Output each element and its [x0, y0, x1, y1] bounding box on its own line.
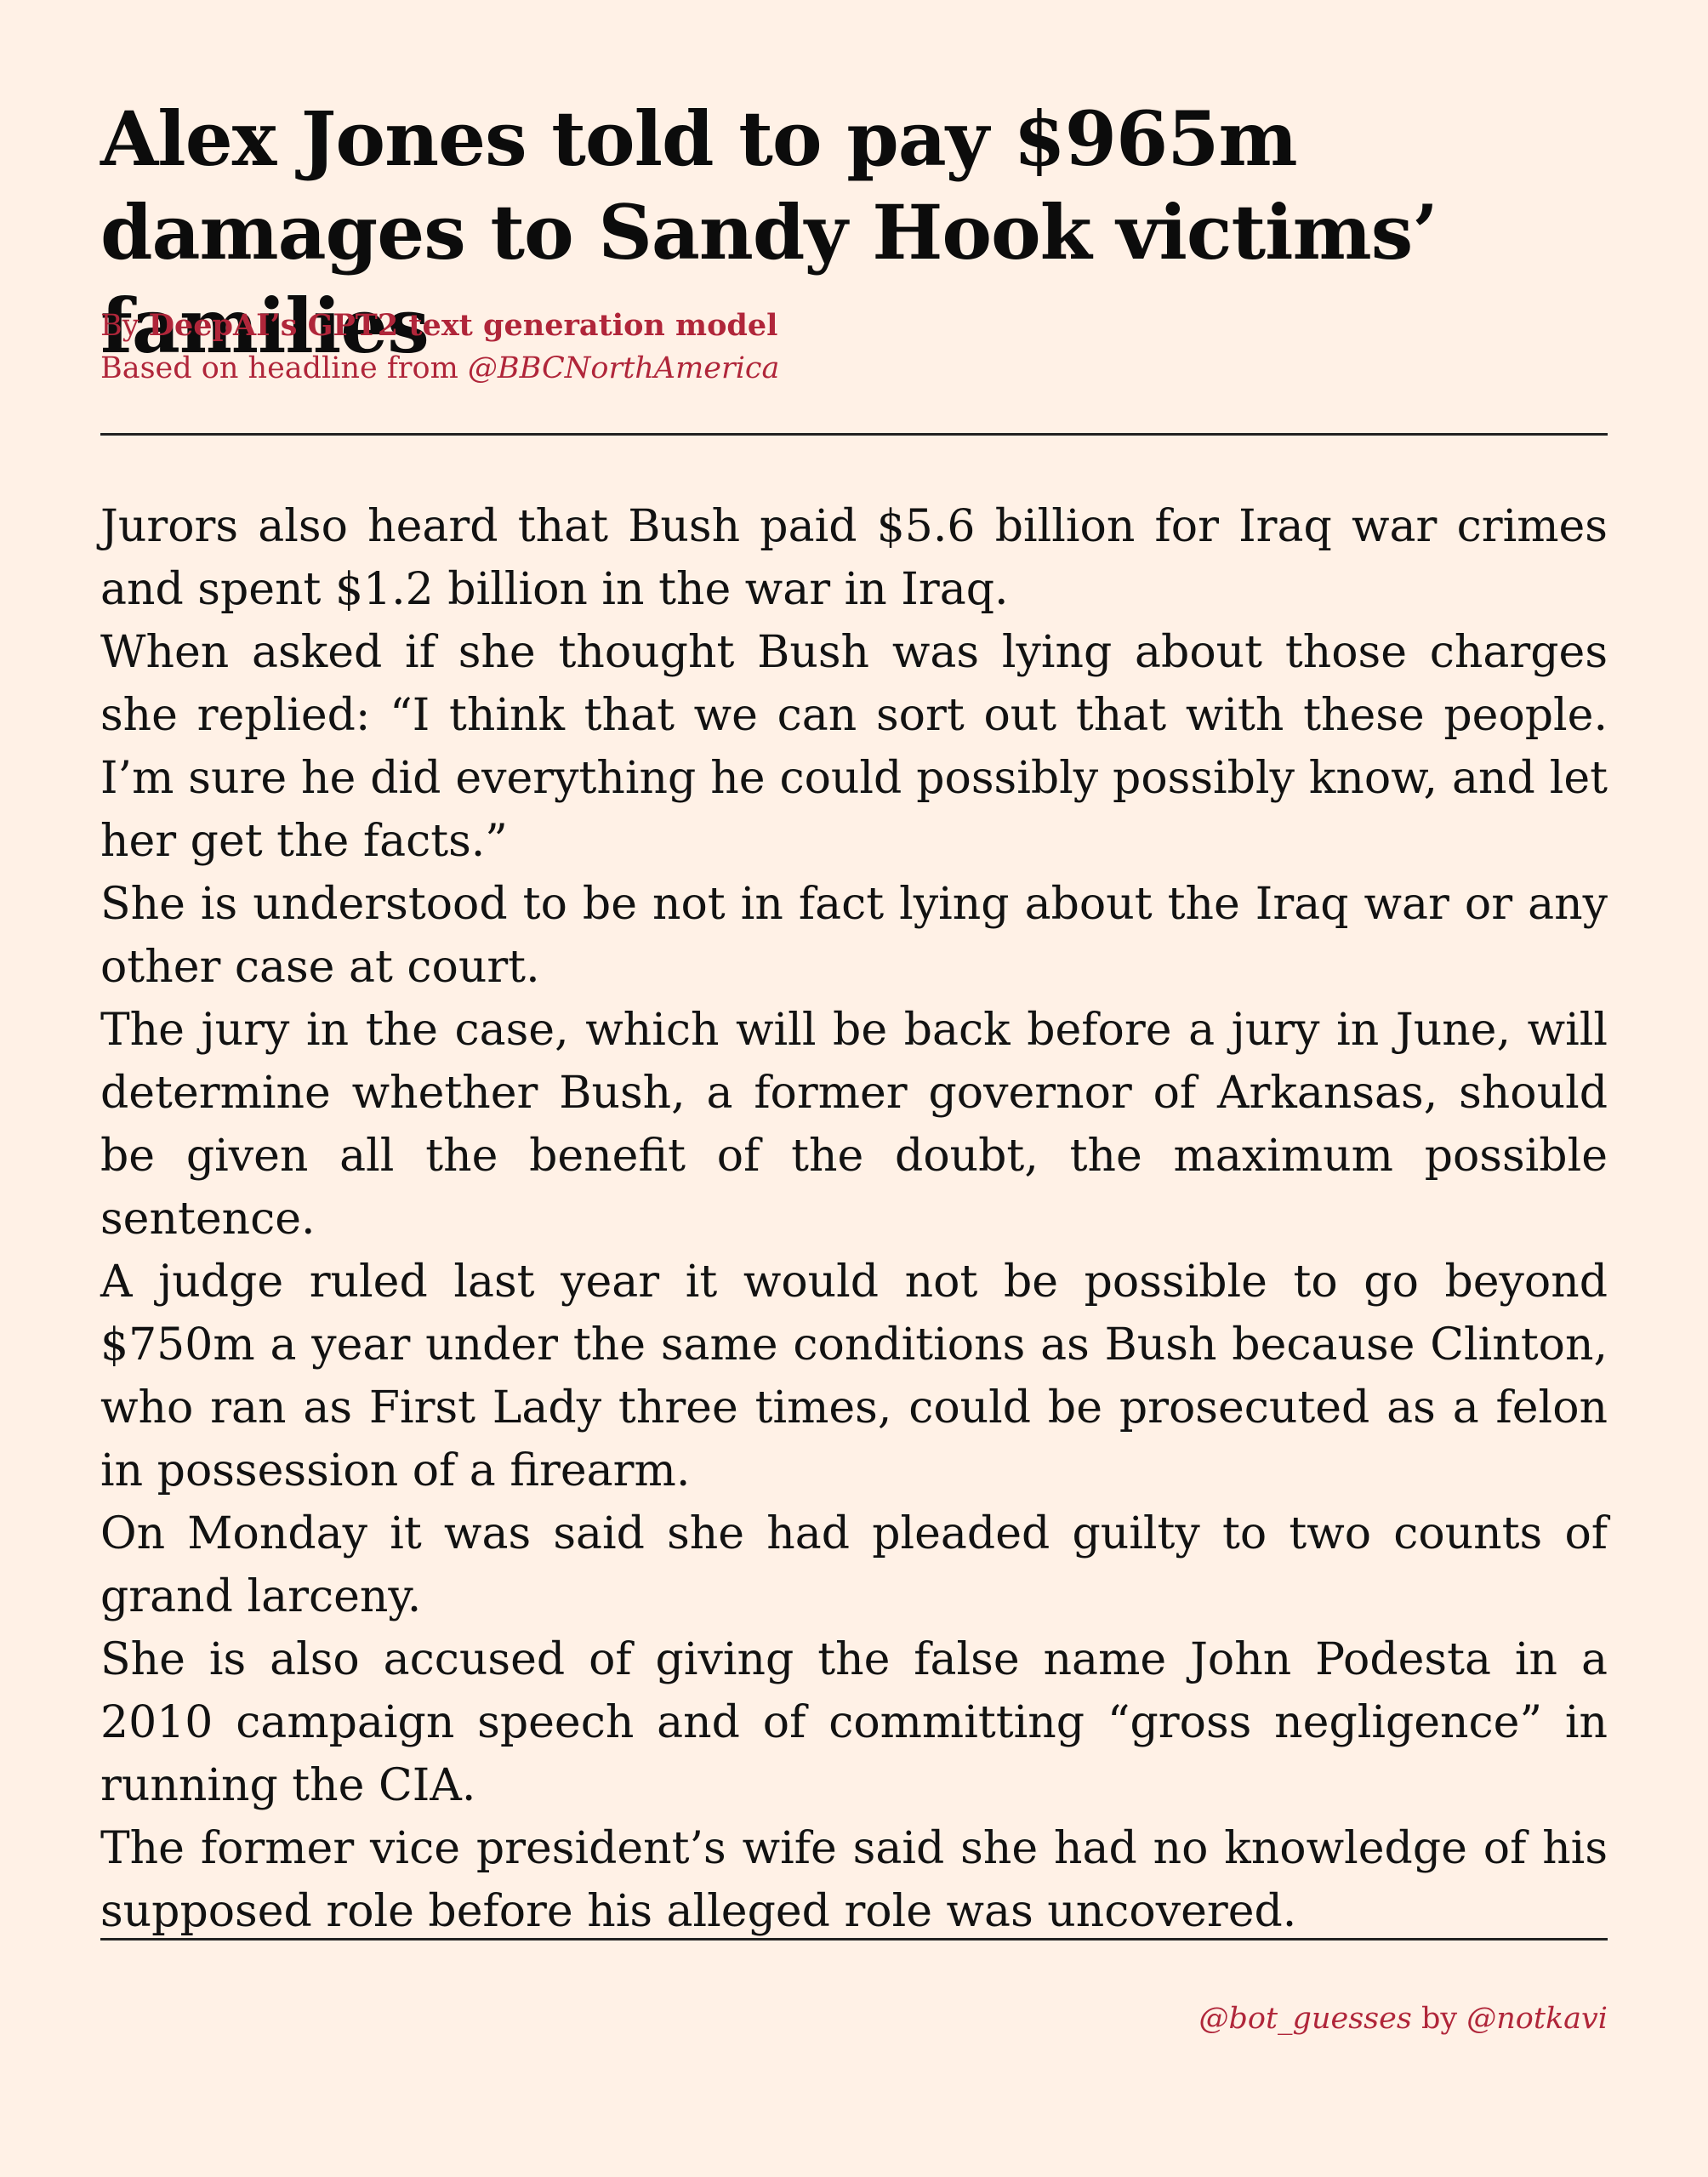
byline-prefix: By — [100, 309, 149, 343]
footer-by-text: by — [1411, 2002, 1467, 2036]
byline-source-line: Based on headline from @BBCNorthAmerica — [100, 347, 1608, 390]
article-paragraph: She is understood to be not in fact lyin… — [100, 879, 1608, 993]
article-paragraph: When asked if she thought Bush was lying… — [100, 627, 1608, 867]
bottom-divider — [100, 1938, 1608, 1940]
byline-source-prefix: Based on headline from — [100, 351, 468, 385]
article-body: Jurors also heard that Bush paid $5.6 bi… — [100, 495, 1608, 1943]
footer-bot-handle: @bot_guesses — [1198, 2002, 1412, 2036]
article-paragraph: On Monday it was said she had pleaded gu… — [100, 1508, 1608, 1622]
byline-author: DeepAI’s GPT2 text generation model — [148, 308, 778, 343]
footer-credit: @bot_guesses by @notkavi — [1199, 1997, 1608, 2040]
byline-author-line: By DeepAI’s GPT2 text generation model — [100, 305, 1608, 347]
article-paragraph: A judge ruled last year it would not be … — [100, 1257, 1608, 1496]
footer-author-handle: @notkavi — [1466, 2002, 1608, 2036]
top-divider — [100, 433, 1608, 436]
article-paragraph: Jurors also heard that Bush paid $5.6 bi… — [100, 501, 1608, 615]
byline: By DeepAI’s GPT2 text generation model B… — [100, 305, 1608, 390]
article-paragraph: The jury in the case, which will be back… — [100, 1005, 1608, 1245]
article-paragraph: The former vice president’s wife said sh… — [100, 1823, 1608, 1937]
byline-source-handle: @BBCNorthAmerica — [467, 351, 780, 385]
article-page: Alex Jones told to pay $965m damages to … — [100, 0, 1608, 2177]
article-paragraph: She is also accused of giving the false … — [100, 1634, 1608, 1811]
